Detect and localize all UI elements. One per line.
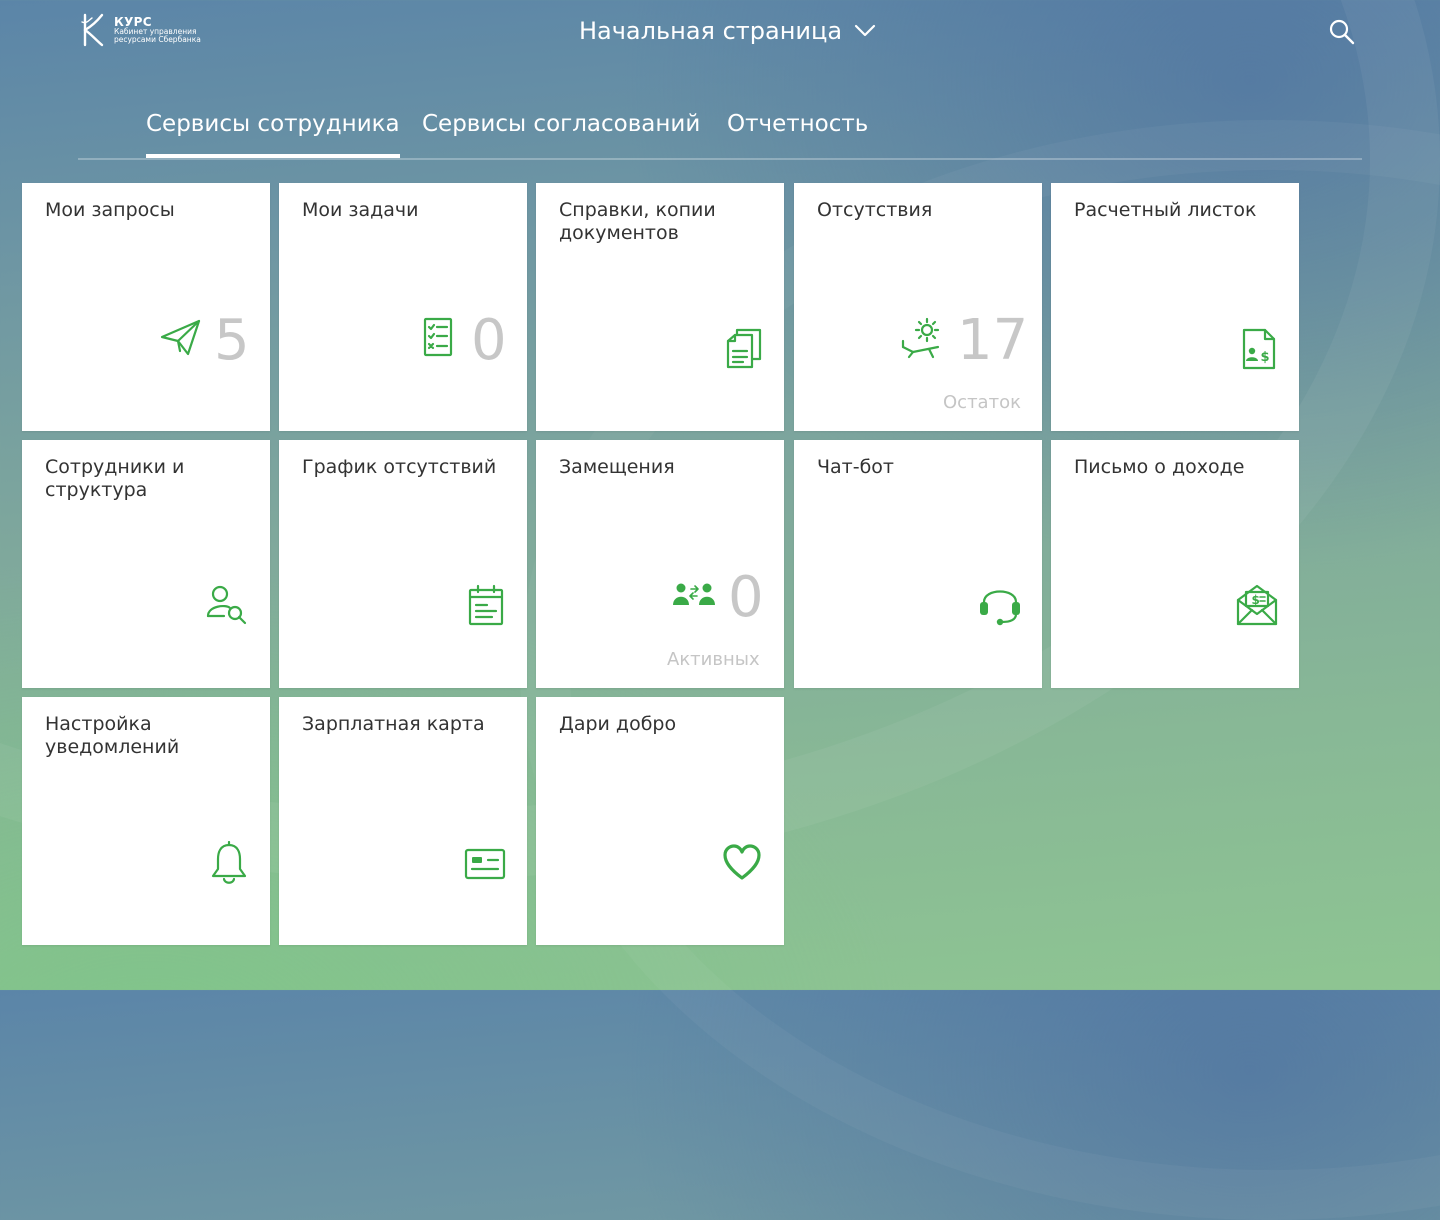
card-icon <box>464 848 506 880</box>
tile-employees-structure[interactable]: Сотрудники и структура <box>22 440 270 688</box>
tile-my-requests[interactable]: Мои запросы 5 <box>22 183 270 431</box>
tile-payslip[interactable]: Расчетный листок $ <box>1051 183 1299 431</box>
checklist-icon <box>423 317 453 357</box>
tile-title: Сотрудники и структура <box>45 456 185 501</box>
tile-subtitle: Активных <box>667 649 760 670</box>
payslip-icon: $ <box>1242 328 1276 370</box>
tile-notification-settings[interactable]: Настройка уведомлений <box>22 697 270 945</box>
tile-subtitle: Остаток <box>943 392 1021 413</box>
header: КУРС Кабинет управления ресурсами Сберба… <box>0 0 1440 64</box>
tile-count: 5 <box>214 308 250 373</box>
income-letter-icon: $ <box>1236 584 1278 626</box>
logo-icon <box>81 13 104 47</box>
tile-title: Отсутствия <box>817 199 933 221</box>
tile-count: 17 <box>957 308 1029 373</box>
tile-title: Мои задачи <box>302 199 419 221</box>
page-selector[interactable]: Начальная страница <box>579 17 876 45</box>
svg-text:$: $ <box>1261 350 1270 365</box>
search-icon[interactable] <box>1328 18 1356 46</box>
tile-title: Мои запросы <box>45 199 175 221</box>
tab-employee-services[interactable]: Сервисы сотрудника <box>146 106 400 158</box>
heart-icon <box>723 844 761 880</box>
tile-substitutions[interactable]: Замещения 0 Активных <box>536 440 784 688</box>
tile-title: Справки, копии документов <box>559 199 716 244</box>
tile-my-tasks[interactable]: Мои задачи 0 <box>279 183 527 431</box>
page-title: Начальная страница <box>579 17 843 45</box>
tile-salary-card[interactable]: Зарплатная карта <box>279 697 527 945</box>
tile-title: Письмо о доходе <box>1074 456 1245 478</box>
people-swap-icon <box>673 583 715 605</box>
tile-title: Чат-бот <box>817 456 895 478</box>
tile-title: Настройка уведомлений <box>45 713 180 758</box>
tile-chatbot[interactable]: Чат-бот <box>794 440 1042 688</box>
tile-count: 0 <box>471 308 507 373</box>
tile-absences[interactable]: Отсутствия 17 Остаток <box>794 183 1042 431</box>
headset-icon <box>980 590 1020 626</box>
tile-title: Дари добро <box>559 713 677 735</box>
paper-plane-icon <box>160 319 201 356</box>
tab-bar: Сервисы сотрудника Сервисы согласований … <box>78 106 1362 160</box>
tile-absence-schedule[interactable]: График отсутствий <box>279 440 527 688</box>
tab-reporting[interactable]: Отчетность <box>727 106 868 156</box>
chevron-down-icon <box>854 24 876 37</box>
tile-title: График отсутствий <box>302 456 497 478</box>
tile-income-letter[interactable]: Письмо о доходе $ <box>1051 440 1299 688</box>
tab-approval-services[interactable]: Сервисы согласований <box>422 106 700 156</box>
documents-icon <box>726 328 762 369</box>
svg-text:$: $ <box>1252 593 1260 607</box>
logo-subtitle-line2: ресурсами Сбербанка <box>114 35 201 45</box>
tile-title: Зарплатная карта <box>302 713 485 735</box>
sun-lounger-icon <box>901 317 940 359</box>
person-search-icon <box>206 585 247 625</box>
calendar-icon <box>468 584 504 626</box>
tile-count: 0 <box>728 565 764 630</box>
tile-certificates[interactable]: Справки, копии документов <box>536 183 784 431</box>
logo[interactable]: КУРС Кабинет управления ресурсами Сберба… <box>78 12 201 48</box>
tile-title: Расчетный листок <box>1074 199 1257 221</box>
tile-charity[interactable]: Дари добро <box>536 697 784 945</box>
bell-icon <box>211 841 247 884</box>
tile-title: Замещения <box>559 456 675 478</box>
